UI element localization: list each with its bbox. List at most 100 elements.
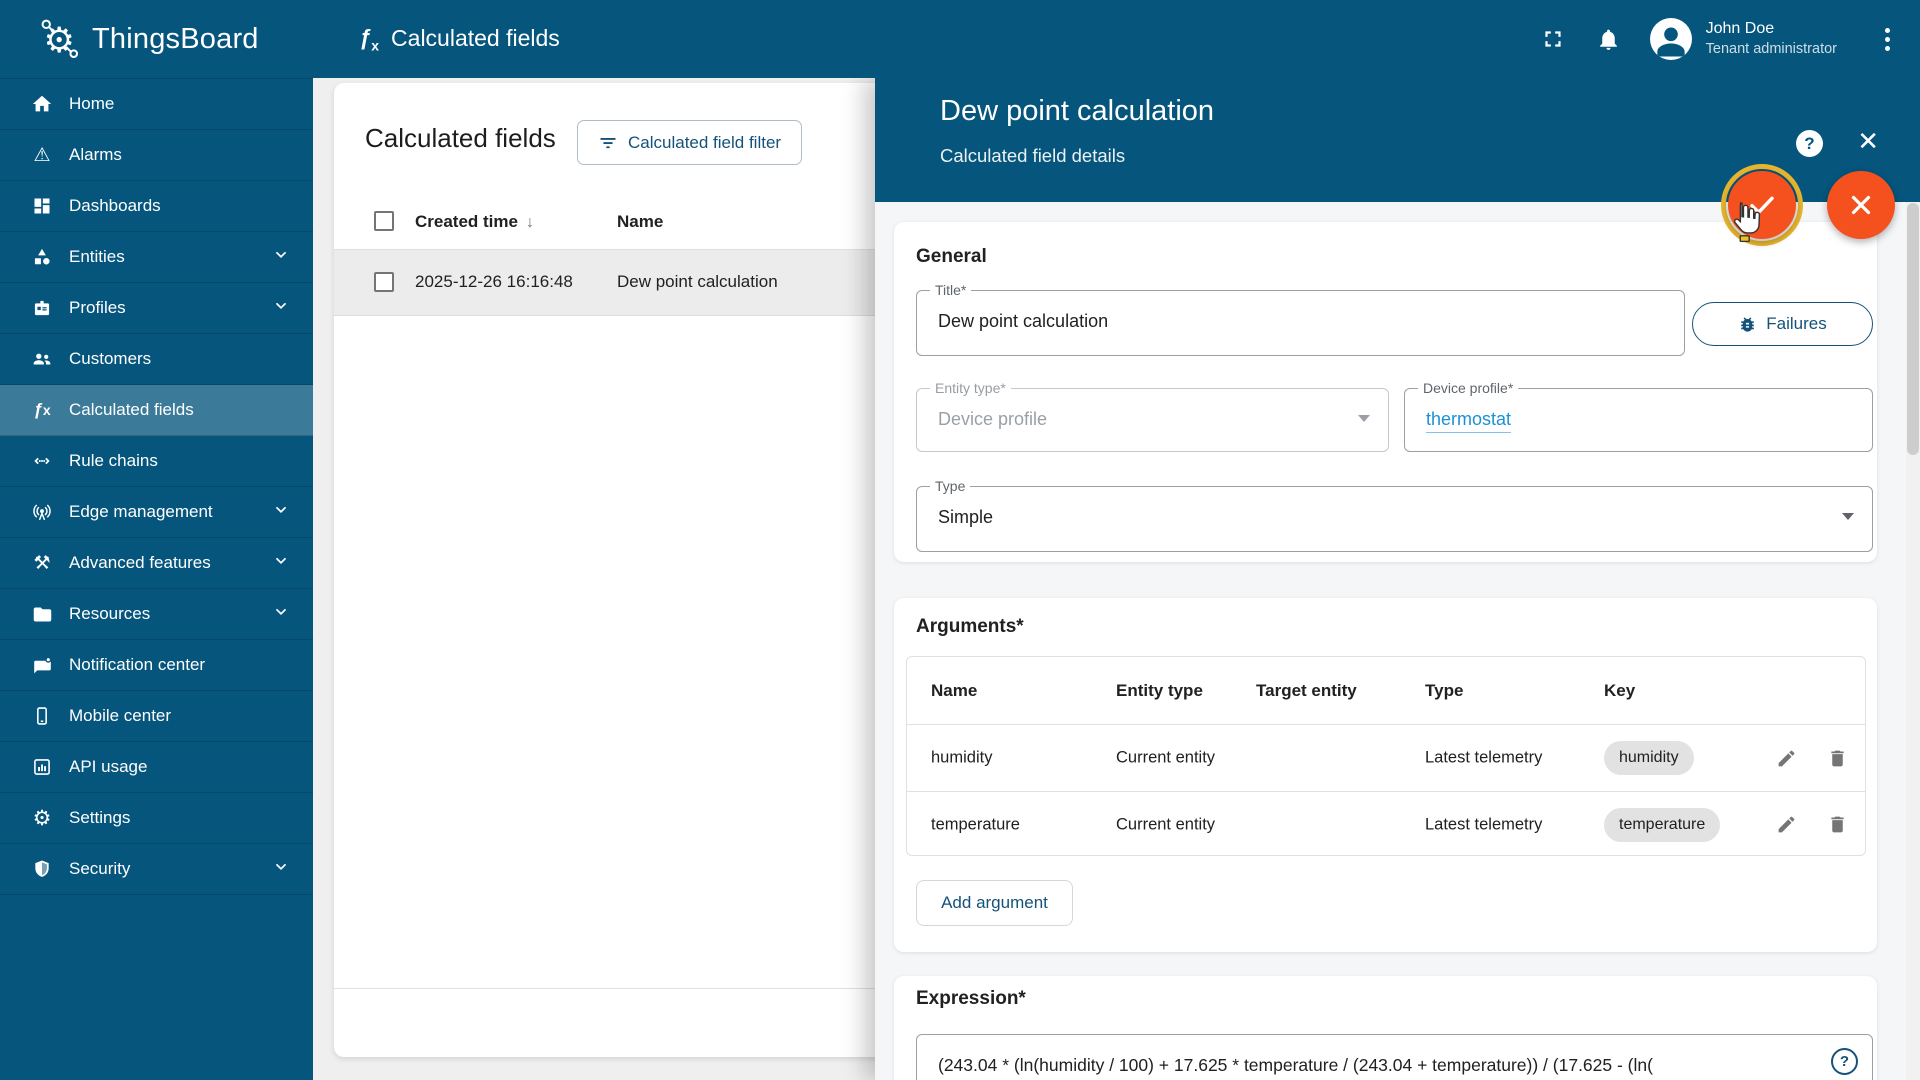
failures-button[interactable]: Failures: [1692, 302, 1873, 346]
scrollbar-thumb[interactable]: [1907, 203, 1919, 455]
more-options-icon[interactable]: [1881, 24, 1894, 55]
chevron-down-icon: [273, 859, 289, 880]
device-profile-label: Device profile*: [1418, 380, 1519, 396]
security-shield-icon: [30, 857, 54, 881]
filter-icon: [600, 137, 616, 148]
expression-section: Expression* (243.04 * (ln(humidity / 100…: [894, 976, 1877, 1080]
argument-type: Latest telemetry: [1425, 815, 1543, 833]
argument-key-chip: temperature: [1604, 807, 1721, 842]
user-menu[interactable]: John Doe Tenant administrator: [1649, 18, 1837, 60]
column-name[interactable]: Name: [617, 212, 663, 232]
type-select[interactable]: Type Simple: [916, 478, 1873, 552]
user-role: Tenant administrator: [1705, 40, 1837, 57]
top-bar: ⚙ ThingsBoard ƒx Calculated fields John …: [0, 0, 1920, 78]
user-name: John Doe: [1705, 20, 1775, 38]
chevron-down-icon: [273, 298, 289, 319]
sidebar: Home ⚠ Alarms Dashboards Entities Profil…: [0, 78, 313, 1080]
details-scrollbar[interactable]: [1906, 202, 1920, 1080]
topbar-actions: John Doe Tenant administrator: [1538, 0, 1920, 78]
sidebar-item-resources[interactable]: Resources: [0, 589, 313, 640]
api-usage-icon: [30, 755, 54, 779]
title-field[interactable]: Title* Dew point calculation: [916, 282, 1685, 356]
argument-entity-type: Current entity: [1116, 748, 1216, 767]
sidebar-item-entities[interactable]: Entities: [0, 232, 313, 283]
expression-value: (243.04 * (ln(humidity / 100) + 17.625 *…: [938, 1055, 1653, 1075]
fullscreen-icon[interactable]: [1538, 24, 1568, 54]
sidebar-item-dashboards[interactable]: Dashboards: [0, 181, 313, 232]
help-icon[interactable]: ?: [1796, 130, 1823, 157]
sidebar-item-security[interactable]: Security: [0, 844, 313, 895]
argument-name: humidity: [931, 748, 993, 767]
sidebar-item-calculated-fields[interactable]: ƒx Calculated fields: [0, 385, 313, 436]
dropdown-arrow-icon: [1842, 513, 1854, 520]
sidebar-item-mobile-center[interactable]: Mobile center: [0, 691, 313, 742]
rule-chains-icon: [30, 449, 54, 473]
sidebar-item-customers[interactable]: Customers: [0, 334, 313, 385]
sidebar-item-home[interactable]: Home: [0, 79, 313, 130]
dropdown-arrow-icon: [1358, 415, 1370, 422]
column-created-time[interactable]: Created time ↓: [415, 212, 534, 232]
expression-help-icon[interactable]: ?: [1831, 1048, 1858, 1075]
add-argument-button[interactable]: Add argument: [916, 880, 1073, 926]
x-icon: [1851, 195, 1871, 215]
type-value: Simple: [938, 507, 994, 527]
discard-changes-button[interactable]: [1827, 171, 1895, 239]
edit-argument-icon[interactable]: [1773, 812, 1799, 838]
details-subtitle: Calculated field details: [940, 145, 1126, 166]
notification-center-icon: [30, 653, 54, 677]
settings-gear-icon: ⚙: [32, 806, 52, 830]
chevron-down-icon: [273, 247, 289, 268]
delete-argument-icon[interactable]: [1824, 745, 1850, 771]
chevron-down-icon: [273, 604, 289, 625]
customers-icon: [30, 347, 54, 371]
row-checkbox[interactable]: [374, 272, 394, 292]
chevron-down-icon: [273, 553, 289, 574]
select-all-checkbox[interactable]: [374, 211, 394, 231]
sidebar-item-rule-chains[interactable]: Rule chains: [0, 436, 313, 487]
argument-name: temperature: [931, 815, 1020, 833]
sidebar-item-alarms[interactable]: ⚠ Alarms: [0, 130, 313, 181]
sidebar-item-edge-management[interactable]: Edge management: [0, 487, 313, 538]
page-title-block: ƒx Calculated fields: [359, 25, 560, 53]
thingsboard-logo-icon: ⚙: [41, 19, 79, 60]
expression-field[interactable]: (243.04 * (ln(humidity / 100) + 17.625 *…: [916, 1034, 1873, 1080]
title-field-label: Title*: [930, 282, 972, 298]
resources-folder-icon: [30, 602, 54, 626]
user-texts: John Doe Tenant administrator: [1706, 19, 1837, 59]
edge-icon: [30, 500, 54, 524]
home-icon: [30, 92, 54, 116]
sidebar-item-profiles[interactable]: Profiles: [0, 283, 313, 334]
mouse-cursor: [1728, 200, 1762, 247]
sidebar-item-notification-center[interactable]: Notification center: [0, 640, 313, 691]
thingsboard-app: ⚙ ThingsBoard ƒx Calculated fields John …: [0, 0, 1920, 1080]
argument-key-chip: humidity: [1604, 741, 1694, 775]
arguments-section: Arguments* Name Entity type Target entit…: [894, 598, 1877, 952]
delete-argument-icon[interactable]: [1824, 812, 1850, 838]
type-label: Type: [930, 478, 971, 494]
chevron-down-icon: [273, 502, 289, 523]
mobile-icon: [30, 704, 54, 728]
entities-icon: [30, 245, 54, 269]
alarm-warning-icon: ⚠: [33, 144, 51, 166]
sidebar-item-settings[interactable]: ⚙ Settings: [0, 793, 313, 844]
edit-argument-icon[interactable]: [1773, 745, 1799, 771]
details-body: General Title* Dew point calculation Fai…: [875, 202, 1920, 1080]
argument-row-humidity: humidity Current entity Latest telemetry…: [907, 725, 1865, 791]
close-icon[interactable]: ✕: [1857, 128, 1879, 154]
calculated-field-filter-button[interactable]: Calculated field filter: [577, 120, 803, 165]
page-title: Calculated fields: [391, 25, 560, 52]
notifications-bell-icon[interactable]: [1594, 24, 1624, 54]
device-profile-link[interactable]: thermostat: [1426, 409, 1512, 433]
arguments-header-row: Name Entity type Target entity Type Key: [907, 657, 1865, 725]
arguments-table: Name Entity type Target entity Type Key …: [906, 656, 1866, 856]
sidebar-item-api-usage[interactable]: API usage: [0, 742, 313, 793]
general-section: General Title* Dew point calculation Fai…: [894, 222, 1877, 562]
fx-icon: ƒx: [33, 400, 51, 419]
brand[interactable]: ⚙ ThingsBoard: [0, 17, 315, 61]
sort-desc-icon: ↓: [525, 214, 534, 231]
profiles-icon: [30, 296, 54, 320]
sidebar-item-advanced-features[interactable]: ⚒ Advanced features: [0, 538, 313, 589]
bug-icon: [1741, 316, 1755, 332]
argument-row-temperature: temperature Current entity Latest teleme…: [907, 791, 1865, 857]
advanced-features-icon: ⚒: [33, 552, 51, 574]
